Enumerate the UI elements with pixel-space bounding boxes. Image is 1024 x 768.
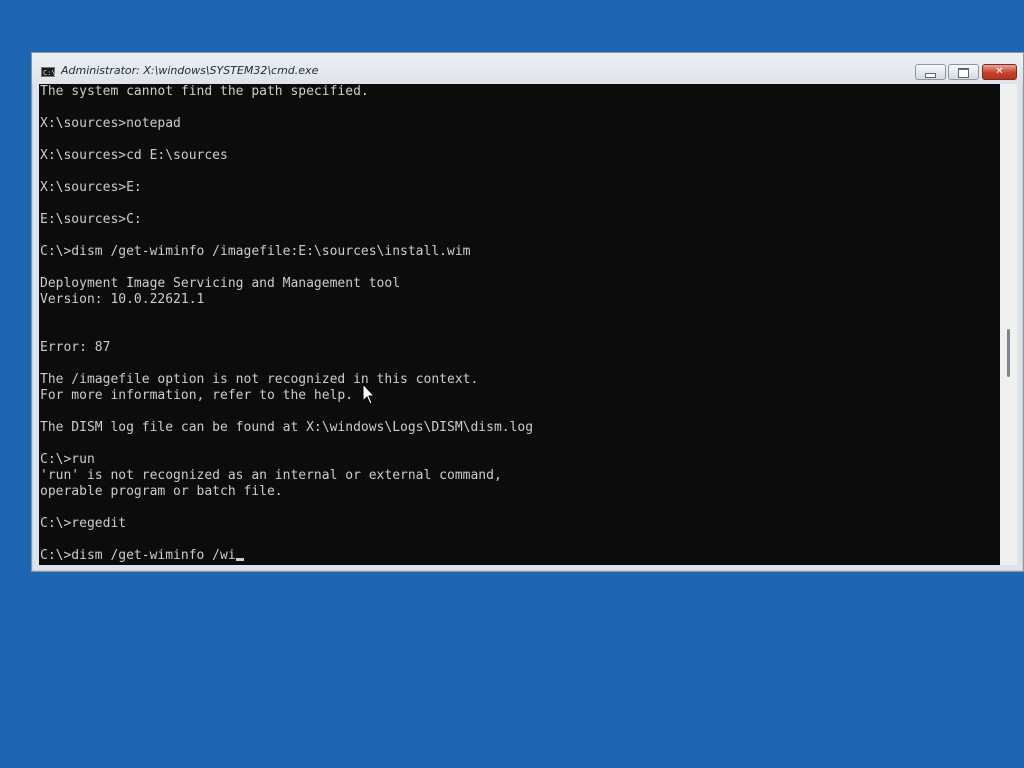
mouse-pointer-icon [362,382,376,405]
minimize-icon [925,73,936,78]
console-line-text: C:\>dism /get-wiminfo /wi [40,548,236,563]
console-line: Version: 10.0.22621.1 [40,292,533,308]
console-line: operable program or batch file. [40,484,533,500]
console-line: The DISM log file can be found at X:\win… [40,420,533,436]
console-line: Deployment Image Servicing and Managemen… [40,276,533,292]
window-title: Administrator: X:\windows\SYSTEM32\cmd.e… [61,64,319,77]
console-line-text: C:\>run [40,452,95,467]
restore-icon [958,68,969,78]
console-line: The system cannot find the path specifie… [40,84,533,100]
console-line-text: The DISM log file can be found at X:\win… [40,420,534,435]
console-output[interactable]: The system cannot find the path specifie… [39,84,1000,565]
console-line-text: For more information, refer to the help. [40,388,354,403]
console-line: C:\>regedit [40,516,533,532]
console-line: Error: 87 [40,340,533,356]
console-line-text: 'run' is not recognized as an internal o… [40,468,502,483]
vertical-scrollbar[interactable] [1000,84,1017,565]
console-line: For more information, refer to the help. [40,388,533,404]
cmd-window[interactable]: C:\ Administrator: X:\windows\SYSTEM32\c… [31,52,1024,572]
close-button[interactable]: ✕ [982,64,1017,80]
console-line-text: The system cannot find the path specifie… [40,84,369,99]
minimize-button[interactable] [915,64,946,80]
close-icon: ✕ [995,66,1004,77]
console-line-text: E:\sources>C: [40,212,142,227]
console-line: C:\>dism /get-wiminfo /imagefile:E:\sour… [40,244,533,260]
console-line-text: Version: 10.0.22621.1 [40,292,205,307]
console-line: The /imagefile option is not recognized … [40,372,533,388]
console-line: C:\>run [40,452,533,468]
console-line-text: C:\>dism /get-wiminfo /imagefile:E:\sour… [40,244,471,259]
console-line: C:\>dism /get-wiminfo /wi [40,548,533,564]
title-bar[interactable]: C:\ Administrator: X:\windows\SYSTEM32\c… [32,53,1023,84]
cmd-icon[interactable]: C:\ [41,67,56,77]
console-line-text: Deployment Image Servicing and Managemen… [40,276,401,291]
console-line-text: C:\>regedit [40,516,127,531]
console-line-text: X:\sources>notepad [40,116,181,131]
console-line-text: X:\sources>cd E:\sources [40,148,228,163]
console-line-text: Error: 87 [40,340,111,355]
console-line-text: operable program or batch file. [40,484,283,499]
console-text: The system cannot find the path specifie… [40,84,533,564]
text-cursor [235,558,244,561]
console-line: 'run' is not recognized as an internal o… [40,468,533,484]
console-line: X:\sources>cd E:\sources [40,148,533,164]
console-line: E:\sources>C: [40,212,533,228]
scrollbar-thumb[interactable] [1007,329,1010,377]
console-line-text: The /imagefile option is not recognized … [40,372,479,387]
console-line-text: X:\sources>E: [40,180,142,195]
console-line: X:\sources>E: [40,180,533,196]
restore-button[interactable] [948,64,979,80]
console-line: X:\sources>notepad [40,116,533,132]
